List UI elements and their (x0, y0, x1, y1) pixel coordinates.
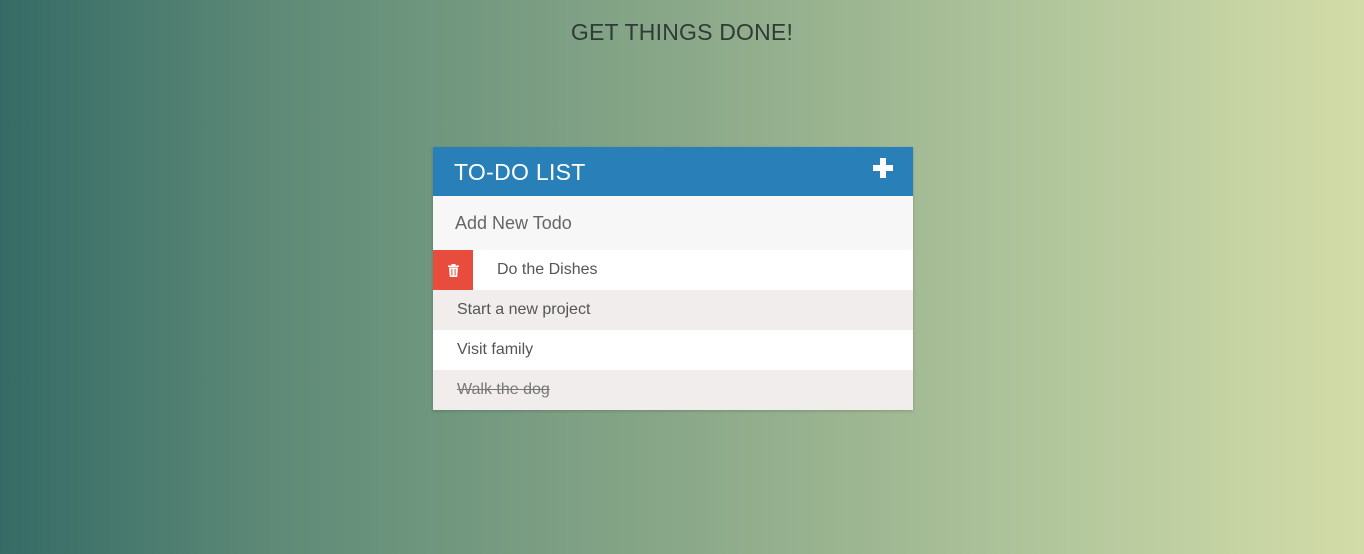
todo-text: Start a new project (457, 301, 591, 318)
todo-list: Do the Dishes Start a new project Visit … (433, 250, 913, 410)
card-header: TO-DO LIST (433, 147, 913, 196)
todo-text: Visit family (457, 341, 534, 358)
todo-card: TO-DO LIST Do the Dishes Start a (433, 147, 913, 410)
page-title: GET THINGS DONE! (570, 19, 794, 45)
todo-item[interactable]: Do the Dishes (433, 250, 913, 290)
todo-item[interactable]: Start a new project (433, 290, 913, 330)
todo-item-completed[interactable]: Walk the dog (433, 370, 913, 410)
delete-button[interactable] (433, 250, 473, 290)
new-todo-input[interactable] (433, 196, 913, 250)
todo-item[interactable]: Visit family (433, 330, 913, 370)
todo-text: Do the Dishes (497, 261, 598, 278)
card-title: TO-DO LIST (454, 159, 586, 185)
trash-icon (447, 263, 459, 277)
plus-icon[interactable] (873, 158, 893, 178)
todo-text: Walk the dog (457, 381, 550, 398)
